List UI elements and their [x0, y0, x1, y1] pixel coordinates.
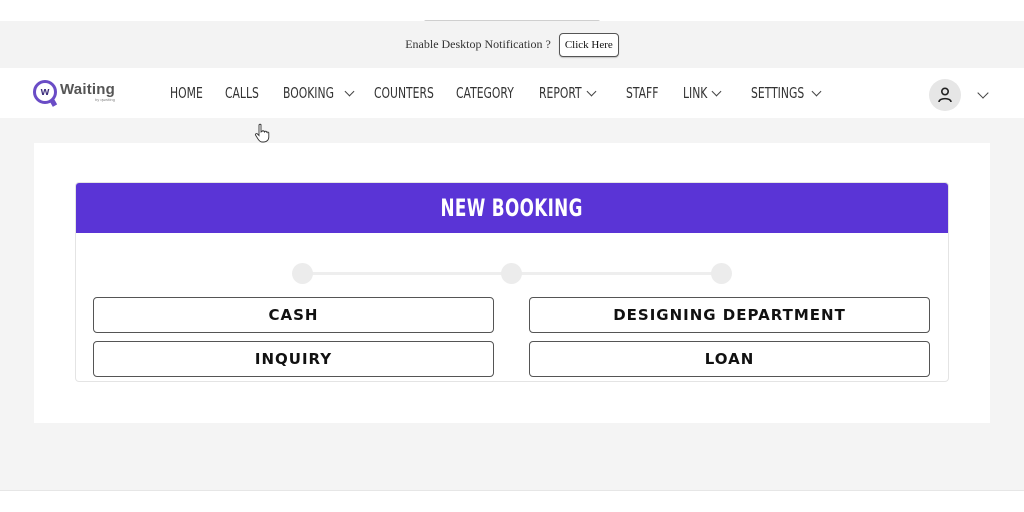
chevron-down-icon — [344, 86, 355, 96]
step-1-indicator — [292, 263, 313, 284]
bottom-bar — [0, 490, 1024, 512]
nav-menu: HOME CALLS BOOKING COUNTERS CATEGORY REP… — [170, 68, 841, 118]
step-3-indicator — [711, 263, 732, 284]
nav-item-settings[interactable]: SETTINGS — [751, 68, 841, 118]
nav-item-staff[interactable]: STAFF — [626, 68, 683, 118]
nav-label: LINK — [683, 84, 708, 102]
new-booking-panel: NEW BOOKING CASH DESIGNING DEPARTMENT IN… — [75, 182, 949, 382]
nav-label: REPORT — [539, 84, 582, 102]
option-loan-button[interactable]: LOAN — [529, 341, 930, 377]
nav-item-home[interactable]: HOME — [170, 68, 225, 118]
step-connector — [512, 272, 722, 275]
nav-label: COUNTERS — [374, 84, 434, 102]
option-cash-button[interactable]: CASH — [93, 297, 494, 333]
chevron-down-icon — [711, 86, 722, 96]
nav-item-counters[interactable]: COUNTERS — [374, 68, 456, 118]
brand-tagline: by qwaiting — [94, 97, 115, 102]
step-connector — [302, 272, 512, 275]
booking-stepper — [292, 263, 732, 284]
nav-item-report[interactable]: REPORT — [539, 68, 626, 118]
user-icon — [938, 87, 952, 103]
logo-letter: w — [40, 86, 50, 98]
nav-label: CALLS — [225, 84, 259, 102]
brand-name: Waiting — [60, 81, 115, 98]
user-avatar-button[interactable] — [929, 79, 961, 111]
logo[interactable]: w Waiting by qwaiting — [33, 80, 115, 104]
step-2-indicator — [501, 263, 522, 284]
booking-header: NEW BOOKING — [76, 183, 948, 233]
enable-notification-button[interactable]: Click Here — [558, 32, 619, 57]
nav-item-category[interactable]: CATEGORY — [456, 68, 539, 118]
nav-label: SETTINGS — [751, 84, 805, 102]
chevron-down-icon — [586, 86, 597, 96]
nav-item-calls[interactable]: CALLS — [225, 68, 283, 118]
logo-icon: w — [33, 80, 57, 104]
option-designing-department-button[interactable]: DESIGNING DEPARTMENT — [529, 297, 930, 333]
notification-bar: Enable Desktop Notification ? Click Here — [0, 21, 1024, 68]
hand-cursor-icon — [254, 123, 270, 143]
chevron-down-icon — [811, 86, 822, 96]
nav-item-link[interactable]: LINK — [683, 68, 751, 118]
nav-item-booking[interactable]: BOOKING — [283, 68, 374, 118]
nav-label: BOOKING — [283, 84, 334, 102]
top-bar — [0, 0, 1024, 21]
nav-label: HOME — [170, 84, 203, 102]
navbar: w Waiting by qwaiting HOME CALLS BOOKING… — [0, 68, 1024, 118]
nav-label: CATEGORY — [456, 84, 514, 102]
notification-text: Enable Desktop Notification ? — [405, 37, 551, 51]
option-inquiry-button[interactable]: INQUIRY — [93, 341, 494, 377]
booking-title: NEW BOOKING — [440, 194, 584, 222]
nav-label: STAFF — [626, 84, 659, 102]
